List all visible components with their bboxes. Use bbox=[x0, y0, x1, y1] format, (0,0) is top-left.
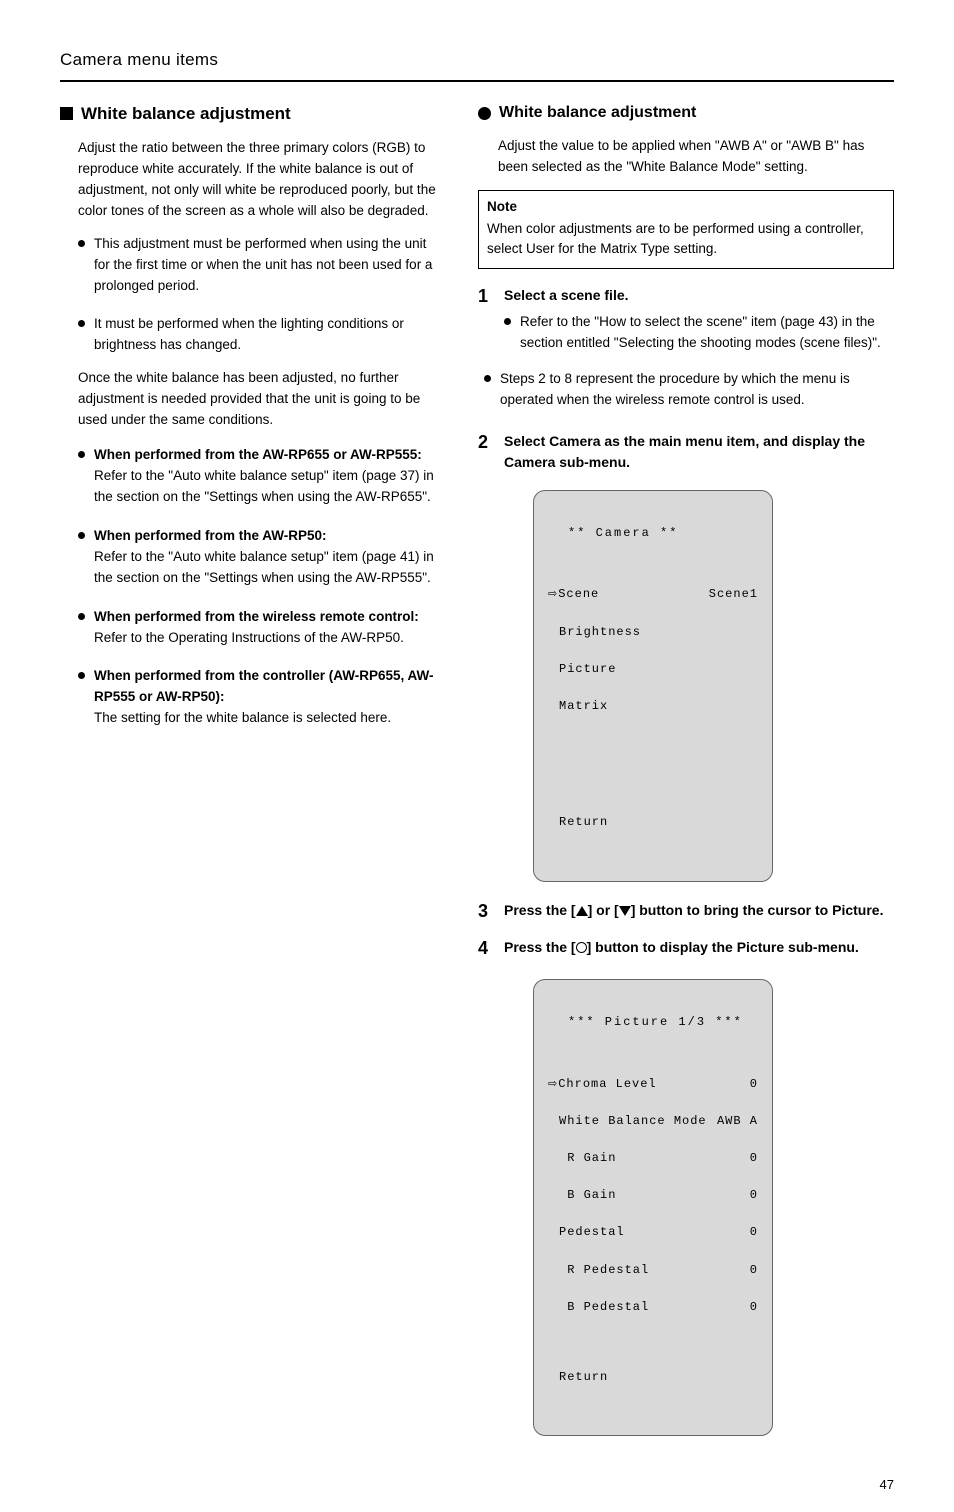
step-text: Select Camera as the main menu item, and… bbox=[504, 431, 894, 474]
menu-value: Scene1 bbox=[709, 585, 758, 604]
bullet-title: When performed from the wireless remote … bbox=[94, 607, 440, 628]
note-box: Note When color adjustments are to be pe… bbox=[478, 190, 894, 269]
down-triangle-icon bbox=[619, 906, 631, 916]
circle-bullet-icon bbox=[478, 107, 491, 120]
menu-row: R Pedestal 0 bbox=[548, 1261, 758, 1280]
list-item: Steps 2 to 8 represent the procedure by … bbox=[484, 369, 894, 411]
subsection-heading: White balance adjustment bbox=[478, 104, 894, 122]
menu-row: ⇨Chroma Level 0 bbox=[548, 1075, 758, 1094]
step-text: Select a scene file. bbox=[504, 285, 894, 307]
cursor-icon: ⇨ bbox=[548, 588, 558, 600]
bullet-title: When performed from the controller (AW-R… bbox=[94, 666, 440, 708]
menu-row: R Gain 0 bbox=[548, 1149, 758, 1168]
menu-title: ** Camera ** bbox=[548, 524, 758, 543]
menu-label: Pedestal bbox=[548, 1223, 625, 1242]
subsection-description: Adjust the value to be applied when "AWB… bbox=[498, 136, 894, 178]
menu-return: Return bbox=[548, 1368, 758, 1387]
menu-value: 0 bbox=[750, 1149, 758, 1168]
bullet-body: Refer to the Operating Instructions of t… bbox=[94, 628, 440, 649]
menu-label: Chroma Level bbox=[558, 1077, 656, 1091]
menu-label: B Pedestal bbox=[548, 1298, 649, 1317]
list-item: This adjustment must be performed when u… bbox=[78, 234, 440, 297]
menu-row: Picture bbox=[548, 660, 758, 679]
step-4: 4 Press the [ ] button to display the Pic… bbox=[478, 935, 894, 963]
list-item: It must be performed when the lighting c… bbox=[78, 314, 440, 356]
step-text-part: ] button to bring the cursor to Picture. bbox=[631, 902, 884, 918]
menu-row: Brightness bbox=[548, 623, 758, 642]
bullet-title: When performed from the AW-RP50: bbox=[94, 526, 440, 547]
bullet-body: Refer to the "Auto white balance setup" … bbox=[94, 547, 440, 589]
menu-row: Matrix bbox=[548, 697, 758, 716]
right-column: White balance adjustment Adjust the valu… bbox=[478, 104, 894, 1452]
bullet-body: The setting for the white balance is sel… bbox=[94, 708, 440, 729]
step-number: 2 bbox=[478, 429, 504, 457]
menu-value: 0 bbox=[750, 1261, 758, 1280]
step-text-part: ] or [ bbox=[588, 902, 619, 918]
menu-label: R Pedestal bbox=[548, 1261, 649, 1280]
step-3: 3 Press the [ ] or [ ] button to bring the… bbox=[478, 898, 894, 926]
subsection-title: White balance adjustment bbox=[499, 104, 696, 122]
step-number: 3 bbox=[478, 898, 504, 926]
list-item: When performed from the AW-RP655 or AW-R… bbox=[78, 445, 440, 508]
step-text-part: Press the [ bbox=[504, 902, 576, 918]
step-1: 1 Select a scene file. Refer to the "How… bbox=[478, 283, 894, 359]
left-column: White balance adjustment Adjust the rati… bbox=[60, 104, 440, 1452]
section-heading: White balance adjustment bbox=[60, 104, 440, 124]
camera-menu-screen: ** Camera ** ⇨Scene Scene1 Brightness Pic… bbox=[533, 490, 773, 882]
menu-label: Brightness bbox=[548, 623, 641, 642]
list-item: When performed from the wireless remote … bbox=[78, 607, 440, 649]
square-bullet-icon bbox=[60, 107, 73, 120]
menu-row: ⇨Scene Scene1 bbox=[548, 585, 758, 604]
menu-row: White Balance Mode AWB A bbox=[548, 1112, 758, 1131]
note-title: Note bbox=[487, 197, 885, 217]
page: Camera menu items White balance adjustme… bbox=[0, 0, 954, 1512]
up-triangle-icon bbox=[576, 906, 588, 916]
menu-row: Pedestal 0 bbox=[548, 1223, 758, 1242]
circle-button-icon bbox=[576, 942, 587, 953]
page-title: Camera menu items bbox=[60, 50, 894, 82]
menu-row: B Pedestal 0 bbox=[548, 1298, 758, 1317]
page-number: 47 bbox=[880, 1477, 894, 1492]
menu-label: B Gain bbox=[548, 1186, 616, 1205]
menu-value: AWB A bbox=[717, 1112, 758, 1131]
section-title: White balance adjustment bbox=[81, 104, 291, 124]
menu-label: Picture bbox=[548, 660, 616, 679]
step-number: 1 bbox=[478, 283, 504, 311]
menu-label: R Gain bbox=[548, 1149, 616, 1168]
step-number: 4 bbox=[478, 935, 504, 963]
picture-menu-screen: *** Picture 1/3 *** ⇨Chroma Level 0 White… bbox=[533, 979, 773, 1436]
menu-title: *** Picture 1/3 *** bbox=[548, 1013, 758, 1032]
paragraph: Once the white balance has been adjusted… bbox=[78, 368, 440, 431]
list-item: When performed from the AW-RP50: Refer t… bbox=[78, 526, 440, 589]
menu-return: Return bbox=[548, 813, 758, 832]
list-item: When performed from the controller (AW-R… bbox=[78, 666, 440, 729]
menu-label: White Balance Mode bbox=[548, 1112, 707, 1131]
sub-item: Refer to the "How to select the scene" i… bbox=[504, 312, 894, 353]
menu-row: B Gain 0 bbox=[548, 1186, 758, 1205]
menu-value: 0 bbox=[750, 1075, 758, 1094]
step-text-part: ] button to display the Picture sub-menu… bbox=[587, 939, 859, 955]
step-2: 2 Select Camera as the main menu item, a… bbox=[478, 429, 894, 474]
bullet-title: When performed from the AW-RP655 or AW-R… bbox=[94, 445, 440, 466]
menu-value: 0 bbox=[750, 1223, 758, 1242]
menu-label: Matrix bbox=[548, 697, 608, 716]
cursor-icon: ⇨ bbox=[548, 1078, 558, 1090]
menu-value: 0 bbox=[750, 1298, 758, 1317]
bullet-body: Refer to the "Auto white balance setup" … bbox=[94, 466, 440, 508]
step-text-part: Press the [ bbox=[504, 939, 576, 955]
intro-paragraph: Adjust the ratio between the three prima… bbox=[78, 138, 440, 222]
menu-label: Scene bbox=[558, 587, 599, 601]
note-body: When color adjustments are to be perform… bbox=[487, 219, 885, 260]
menu-value: 0 bbox=[750, 1186, 758, 1205]
